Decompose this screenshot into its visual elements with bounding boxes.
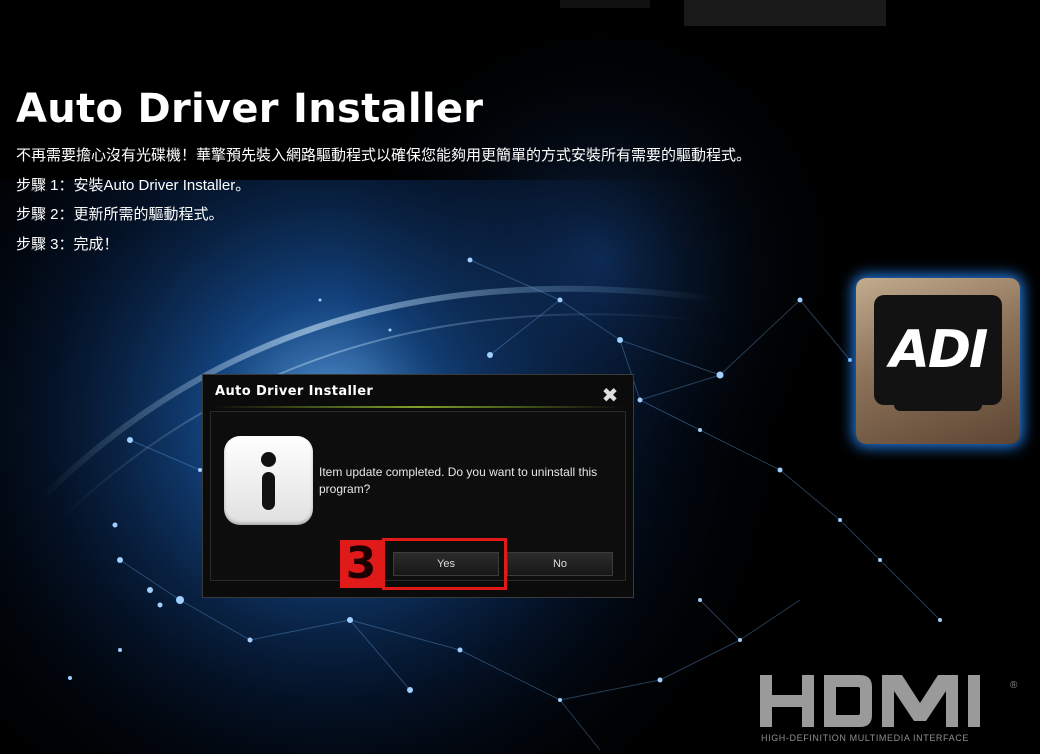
page-title: Auto Driver Installer	[16, 86, 484, 132]
description-intro: 不再需要擔心沒有光碟機！華擎預先裝入網路驅動程式以確保您能夠用更簡單的方式安裝所…	[16, 147, 752, 164]
step-1-text: 步驟 1：安裝Auto Driver Installer。	[16, 176, 251, 194]
screen: Auto Driver Installer 不再需要擔心沒有光碟機！華擎預先裝入…	[0, 0, 1040, 754]
top-image-strip-left	[560, 0, 650, 8]
info-icon-dot	[261, 452, 276, 467]
step-number-badge: 3	[340, 540, 382, 588]
info-icon	[224, 436, 313, 525]
step-highlight-box	[382, 538, 507, 590]
info-icon-stem	[262, 472, 275, 510]
adi-logo-face: ADI	[874, 295, 1002, 405]
adi-logo-text: ADI	[889, 320, 989, 380]
adi-logo: ADI	[856, 278, 1020, 444]
dialog-title: Auto Driver Installer	[215, 384, 374, 399]
step-3-text: 步驟 3：完成！	[16, 235, 119, 253]
adi-logo-chip-edge	[894, 399, 982, 411]
no-button[interactable]: No	[507, 552, 613, 576]
title-divider	[213, 406, 623, 408]
step-2-text: 步驟 2：更新所需的驅動程式。	[16, 206, 224, 223]
hdmi-logo	[760, 675, 980, 727]
top-image-strip	[684, 0, 886, 26]
close-icon[interactable]: ✖	[599, 385, 621, 407]
hdmi-registered-mark: ®	[1010, 680, 1018, 691]
description: 不再需要擔心沒有光碟機！華擎預先裝入網路驅動程式以確保您能夠用更簡單的方式安裝所…	[16, 141, 751, 259]
dialog-message: Item update completed. Do you want to un…	[319, 465, 598, 496]
hdmi-tagline: HIGH-DEFINITION MULTIMEDIA INTERFACE	[761, 733, 969, 743]
